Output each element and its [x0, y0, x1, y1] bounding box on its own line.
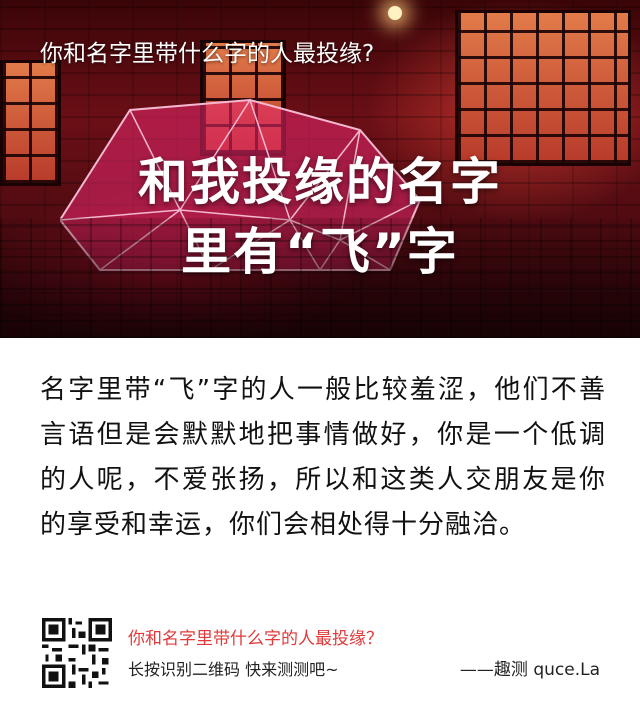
footer: 你和名字里带什么字的人最投缘？ 长按识别二维码 快来测测吧~ ——趣测 quce…: [0, 610, 640, 707]
qr-code-icon[interactable]: [42, 618, 112, 688]
result-description: 名字里带“飞”字的人一般比较羞涩，他们不善言语但是会默默地把事情做好，你是一个低…: [40, 375, 606, 540]
street-lamp-icon: [388, 6, 402, 20]
hero-top-title: 你和名字里带什么字的人最投缘?: [40, 41, 375, 67]
headline-line-2: 里有“飞”字: [181, 223, 459, 281]
headline-line-1: 和我投缘的名字: [138, 153, 502, 211]
hero-banner: 你和名字里带什么字的人最投缘? 和我投缘的名字 里有“飞”字: [0, 0, 640, 338]
footer-title: 你和名字里带什么字的人最投缘？: [128, 629, 383, 649]
footer-subtitle: 长按识别二维码 快来测测吧~: [128, 660, 339, 679]
footer-credit: ——趣测 quce.La: [459, 660, 600, 680]
